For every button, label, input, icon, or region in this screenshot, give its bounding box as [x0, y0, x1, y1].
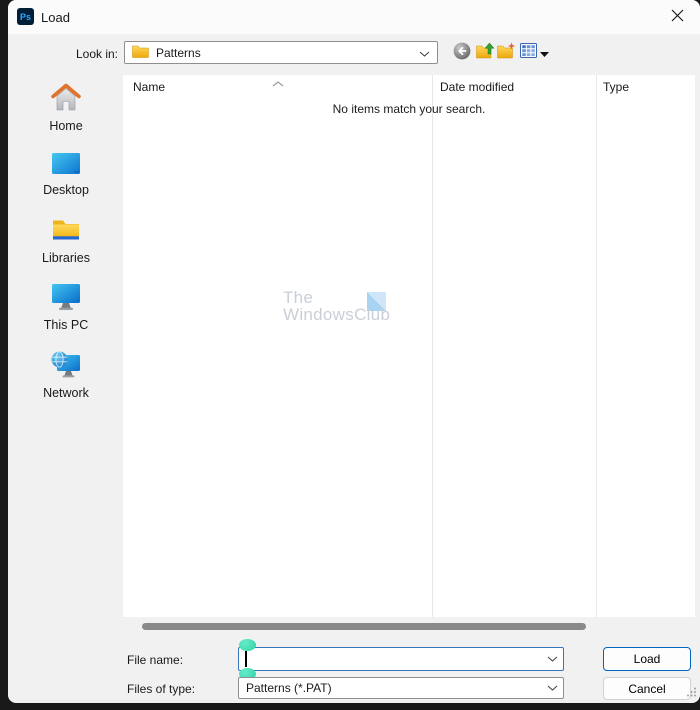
empty-list-message: No items match your search. [332, 102, 486, 116]
view-menu-icon [519, 43, 537, 61]
file-name-input[interactable] [238, 647, 564, 671]
look-in-combobox[interactable]: Patterns [124, 41, 438, 64]
view-menu-button[interactable] [517, 42, 551, 62]
desktop-icon [49, 150, 83, 180]
sidebar-item-label: This PC [43, 318, 89, 332]
sidebar-item-this-pc[interactable]: This PC [12, 281, 120, 332]
files-of-type-chevron-down-icon[interactable] [544, 681, 560, 695]
watermark-line2: WindowsClub [283, 305, 391, 324]
resize-grip[interactable] [686, 686, 697, 700]
close-button[interactable] [662, 4, 692, 30]
horizontal-scrollbar-thumb[interactable] [142, 623, 586, 630]
sidebar-item-label: Home [49, 119, 83, 133]
back-icon [453, 42, 471, 63]
look-in-label: Look in: [75, 47, 118, 61]
look-in-value: Patterns [156, 45, 201, 60]
sidebar-item-home[interactable]: Home [12, 82, 120, 133]
folder-icon [132, 45, 149, 61]
watermark-line1: The [283, 288, 314, 307]
sidebar-item-desktop[interactable]: Desktop [12, 150, 120, 197]
cancel-button[interactable]: Cancel [603, 677, 691, 700]
caret-down-icon [539, 45, 549, 60]
file-list-panel: Name Date modified Type No items match y… [123, 75, 695, 617]
photoshop-app-icon: Ps [17, 8, 34, 25]
files-of-type-combobox[interactable]: Patterns (*.PAT) [238, 677, 564, 699]
network-icon [49, 348, 83, 383]
window-title: Load [41, 10, 70, 25]
sidebar-item-libraries[interactable]: Libraries [12, 215, 120, 265]
title-bar: Ps Load [8, 0, 700, 34]
file-name-label: File name: [127, 653, 184, 667]
sidebar-item-label: Libraries [42, 251, 90, 265]
up-one-level-icon [475, 42, 495, 62]
sidebar-item-network[interactable]: Network [12, 348, 120, 400]
watermark-text: The WindowsClub [283, 289, 390, 323]
sidebar-item-label: Network [43, 386, 89, 400]
horizontal-scrollbar-track[interactable] [123, 621, 695, 632]
chevron-down-icon[interactable] [419, 46, 430, 60]
column-separator [596, 75, 597, 617]
column-header-name[interactable]: Name [133, 80, 165, 94]
new-folder-icon [496, 42, 516, 62]
close-icon [671, 9, 684, 25]
column-header-date-modified[interactable]: Date modified [440, 80, 514, 94]
column-header-type[interactable]: Type [603, 80, 629, 94]
column-separator [432, 75, 433, 617]
text-caret [245, 651, 247, 667]
sort-ascending-icon [272, 76, 284, 90]
load-dialog: Ps Load Look in: Patterns Home Desktop L… [8, 0, 700, 703]
libraries-icon [49, 215, 83, 248]
up-one-level-button[interactable] [475, 42, 495, 62]
files-of-type-value: Patterns (*.PAT) [246, 681, 332, 695]
home-icon [49, 82, 83, 116]
this-pc-icon [49, 281, 83, 315]
sidebar-item-label: Desktop [43, 183, 89, 197]
file-name-chevron-down-icon[interactable] [544, 652, 560, 666]
selection-handle-top [239, 639, 256, 651]
files-of-type-label: Files of type: [127, 682, 196, 696]
load-button[interactable]: Load [603, 647, 691, 671]
new-folder-button[interactable] [496, 42, 516, 62]
back-button[interactable] [452, 42, 472, 62]
